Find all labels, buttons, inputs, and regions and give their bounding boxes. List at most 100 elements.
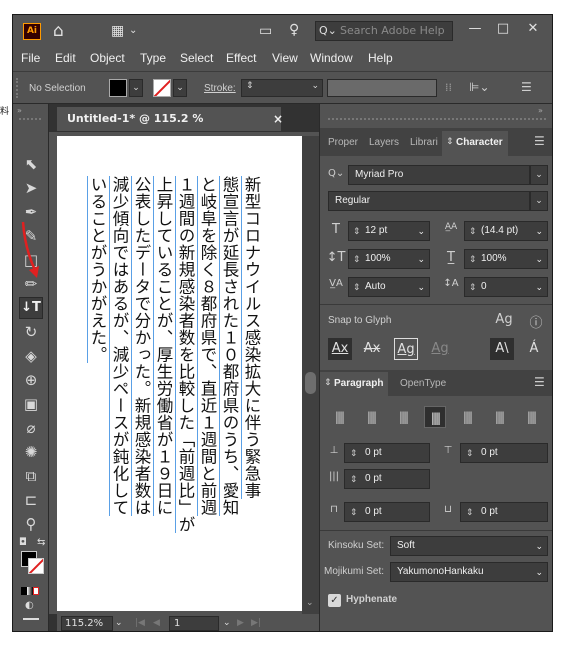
draw-mode-icon[interactable]: ◐ xyxy=(25,600,34,611)
space-before-field[interactable]: ⇕ 0 pt xyxy=(344,502,430,522)
workspace-icon[interactable]: ▦ xyxy=(111,23,124,39)
stepper-icon[interactable]: ⇕ xyxy=(469,250,477,268)
snap-baseline-button[interactable]: Ax xyxy=(328,338,352,360)
minimize-icon[interactable]: — xyxy=(463,19,487,39)
justify-top-icon[interactable]: |||| xyxy=(424,406,446,428)
chevron-down-icon[interactable]: ⌄ xyxy=(535,537,543,555)
gradient-tool-icon[interactable]: ▣ xyxy=(21,394,41,414)
chevron-down-icon[interactable]: ⌄ xyxy=(535,222,543,240)
info-icon[interactable]: ⓘ xyxy=(526,312,546,331)
tab-layers[interactable]: Layers xyxy=(369,137,399,148)
scrollbar-thumb[interactable] xyxy=(305,372,316,394)
pen-tool-icon[interactable]: ✒ xyxy=(21,202,41,222)
fill-swatch[interactable] xyxy=(109,79,127,97)
text-line[interactable]: 態宣言が延長された１０都府県のうち、愛知 xyxy=(219,176,239,516)
justify-center-icon[interactable]: |||| xyxy=(456,406,478,428)
chevron-down-icon[interactable]: ⌄ xyxy=(535,563,543,581)
stepper-icon[interactable]: ⇕ xyxy=(350,503,358,521)
vertical-scale-field[interactable]: ⇕ 100% ⌄ xyxy=(348,249,430,269)
close-tab-icon[interactable]: × xyxy=(273,107,283,131)
stepper-icon[interactable]: ⇕ xyxy=(353,278,361,296)
panel-menu-icon[interactable]: ☰ xyxy=(534,134,545,148)
chevron-down-icon[interactable]: ⌄ xyxy=(535,278,543,296)
tab-character[interactable]: ⇕ Character xyxy=(442,131,508,156)
zoom-tool-icon[interactable]: ⚲ xyxy=(21,514,41,534)
stepper-icon[interactable]: ⇕ xyxy=(353,250,361,268)
font-style-dropdown[interactable]: ⌄ xyxy=(530,191,548,211)
text-line[interactable]: １週間の新規感染者数を比較した「前週比」が xyxy=(175,176,195,533)
artboard-tool-icon[interactable]: ⊏ xyxy=(21,490,41,510)
text-line[interactable]: 新型コロナウイルス感染拡大に伴う緊急事 xyxy=(241,176,261,499)
font-family-dropdown[interactable]: ⌄ xyxy=(530,165,548,185)
color-mode-buttons[interactable] xyxy=(21,580,43,595)
menu-help[interactable]: Help xyxy=(368,51,393,65)
stroke-weight-field[interactable]: ⇕ ⌄ xyxy=(241,79,323,97)
text-line[interactable]: 公表したデータで分かった。新規感染者数は xyxy=(131,176,151,516)
eyedropper-tool-icon[interactable]: ⌀ xyxy=(21,418,41,438)
stroke-dropdown[interactable]: ⌄ xyxy=(173,79,187,97)
chevron-down-icon[interactable]: ⌄ xyxy=(417,250,425,268)
text-line[interactable]: 上昇していることが、厚生労働省が１９日に xyxy=(153,176,173,516)
shape-builder-tool-icon[interactable]: ⊕ xyxy=(21,370,41,390)
direct-selection-tool-icon[interactable]: ➤ xyxy=(21,178,41,198)
stepper-icon[interactable]: ⇕ xyxy=(469,222,477,240)
first-artboard-icon[interactable]: |◀ xyxy=(135,614,145,631)
horizontal-scale-field[interactable]: ⇕ 100% ⌄ xyxy=(464,249,548,269)
menu-edit[interactable]: Edit xyxy=(55,51,76,65)
grip-handle[interactable] xyxy=(19,118,41,121)
panel-menu-icon[interactable]: ☰ xyxy=(534,375,545,389)
variable-width-profile[interactable] xyxy=(327,79,437,97)
text-line[interactable]: と岐阜を除く８都府県で、直近１週間と前週 xyxy=(197,176,217,516)
rotate-tool-icon[interactable]: ↻ xyxy=(21,322,41,342)
font-search-icon[interactable]: Q⌄ xyxy=(328,165,344,183)
eraser-tool-icon[interactable]: ◈ xyxy=(21,346,41,366)
justify-all-icon[interactable]: |||| xyxy=(520,406,542,428)
collapse-icon[interactable]: » xyxy=(538,106,543,115)
blend-tool-icon[interactable]: ⧉ xyxy=(21,466,41,486)
snap-angular-button[interactable]: A\ xyxy=(490,338,514,360)
hyphenate-checkbox[interactable]: ✓ xyxy=(328,594,341,607)
screen-mode-icon[interactable] xyxy=(23,618,39,620)
align-center-icon[interactable]: |||| xyxy=(360,406,382,428)
next-artboard-icon[interactable]: ▶ xyxy=(237,614,244,631)
chevron-down-icon[interactable]: ⌄ xyxy=(417,278,425,296)
chevron-down-icon[interactable]: ⌄ xyxy=(311,81,319,91)
vertical-type-tool-icon[interactable]: ↓T xyxy=(19,297,43,319)
chevron-down-icon[interactable]: ⌄ xyxy=(535,250,543,268)
tab-opentype[interactable]: OpenType xyxy=(400,378,446,389)
maximize-icon[interactable]: □ xyxy=(491,19,515,39)
first-line-indent-field[interactable]: ⇕ 0 pt xyxy=(344,469,430,489)
font-size-field[interactable]: ⇕ 12 pt ⌄ xyxy=(348,221,430,241)
vertical-scrollbar[interactable]: ⌄ xyxy=(302,136,319,614)
fill-dropdown[interactable]: ⌄ xyxy=(129,79,143,97)
stroke-color-swatch[interactable] xyxy=(28,558,44,574)
arrange-documents-icon[interactable]: ▭ xyxy=(259,23,272,39)
distribute-icon[interactable]: ⊫⌄ xyxy=(469,80,490,94)
menu-select[interactable]: Select xyxy=(180,51,213,65)
lightbulb-icon[interactable]: ♀ xyxy=(289,22,299,38)
close-icon[interactable]: ✕ xyxy=(521,19,545,39)
stepper-icon[interactable]: ⇕ xyxy=(353,222,361,240)
home-icon[interactable]: ⌂ xyxy=(53,23,64,40)
stepper-icon[interactable]: ⇕ xyxy=(469,278,477,296)
stroke-label[interactable]: Stroke: xyxy=(204,83,236,94)
artboard-number-field[interactable]: 1 xyxy=(169,616,219,631)
selection-tool-icon[interactable]: ⬉ xyxy=(21,154,41,174)
menu-type[interactable]: Type xyxy=(140,51,166,65)
chevron-down-icon[interactable]: ⌄ xyxy=(306,598,314,608)
previous-artboard-icon[interactable]: ◀ xyxy=(153,614,160,631)
text-line[interactable]: いることがうかがえた。 xyxy=(87,176,107,363)
snap-anchor-button[interactable]: Á xyxy=(522,338,546,360)
stepper-icon[interactable]: ⇕ xyxy=(466,444,474,462)
snap-glyph-bounds-button[interactable]: Ag xyxy=(394,338,418,360)
text-line[interactable]: 減少傾向ではあるが、減少ペースが鈍化して xyxy=(109,176,129,516)
mojikumi-dropdown[interactable]: YakumonoHankaku ⌄ xyxy=(390,562,548,582)
tab-paragraph[interactable]: ⇕ Paragraph xyxy=(320,372,388,396)
tab-properties[interactable]: Proper xyxy=(328,137,358,148)
last-artboard-icon[interactable]: ▶| xyxy=(251,614,261,631)
kinsoku-dropdown[interactable]: Soft ⌄ xyxy=(390,536,548,556)
indent-after-field[interactable]: ⇕ 0 pt xyxy=(460,443,548,463)
space-after-field[interactable]: ⇕ 0 pt xyxy=(460,502,548,522)
font-style-field[interactable]: Regular xyxy=(328,191,530,211)
kerning-field[interactable]: ⇕ Auto ⌄ xyxy=(348,277,430,297)
